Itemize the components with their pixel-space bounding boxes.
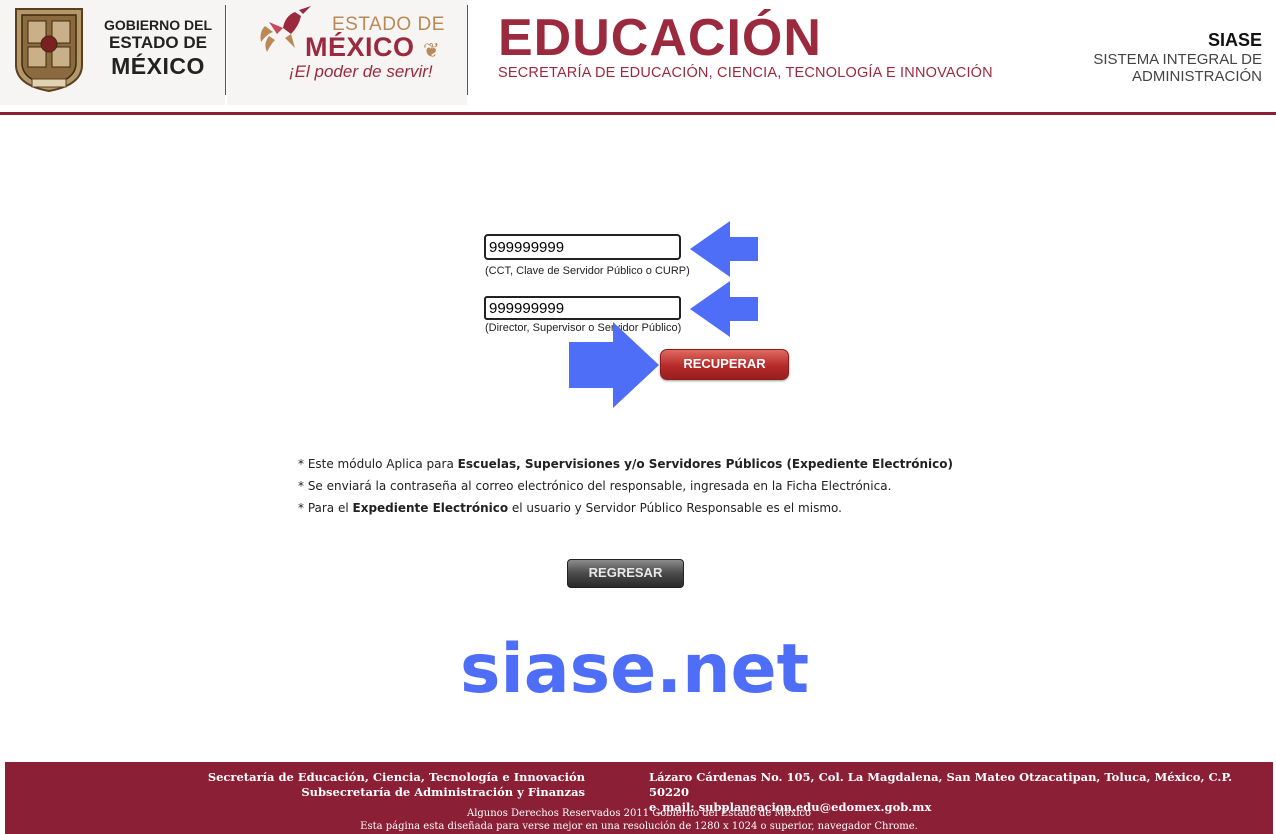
page-subtitle: SECRETARÍA DE EDUCACIÓN, CIENCIA, TECNOL… [498, 65, 993, 81]
system-name: SIASE [1207, 30, 1262, 50]
note-3-bold: Expediente Electrónico [352, 501, 509, 515]
gobierno-text: GOBIERNO DEL ESTADO DE MÉXICO [98, 17, 218, 80]
user-id-hint: (CCT, Clave de Servidor Público o CURP) [485, 265, 690, 277]
footer: Secretaría de Educación, Ciencia, Tecnol… [5, 762, 1273, 834]
gov-line2: ESTADO DE [109, 33, 207, 53]
coat-of-arms-icon [15, 8, 83, 93]
note-2: * Se enviará la contraseña al correo ele… [298, 480, 953, 493]
system-name-block: SIASE SISTEMA INTEGRAL DE ADMINISTRACIÓN [1093, 30, 1262, 86]
footer-resolution-note: Esta página esta diseñada para verse mej… [360, 821, 918, 832]
system-line2: ADMINISTRACIÓN [1131, 68, 1262, 86]
watermark-text: siase.net [460, 630, 810, 709]
header-divider [467, 5, 468, 95]
arrow-left-icon [690, 221, 758, 277]
header-divider [225, 5, 226, 95]
page-title: EDUCACIÓN [498, 9, 822, 67]
estado-slogan: ¡El poder de servir! [289, 62, 433, 81]
responsible-input[interactable] [484, 296, 681, 320]
leaf-icon: ❦ [423, 40, 440, 62]
note-3-text: * Para el [298, 501, 353, 515]
note-3: * Para el Expediente Electrónico el usua… [298, 502, 953, 515]
header-bottom-bar [0, 112, 1276, 115]
note-3-tail: el usuario y Servidor Público Responsabl… [508, 501, 842, 515]
note-1: * Este módulo Aplica para Escuelas, Supe… [298, 458, 953, 471]
arrow-left-icon [690, 281, 758, 337]
recuperar-button[interactable]: RECUPERAR [660, 349, 789, 380]
regresar-button[interactable]: REGRESAR [567, 559, 684, 588]
header: GOBIERNO DEL ESTADO DE MÉXICO ESTADO DE … [0, 0, 1276, 110]
estado-line2: MÉXICO [305, 32, 415, 62]
gov-line1: GOBIERNO DEL [103, 17, 213, 33]
gobierno-logo: GOBIERNO DEL ESTADO DE MÉXICO [0, 0, 225, 105]
estado-logo: ESTADO DE MÉXICO ❦ ¡El poder de servir! [227, 0, 467, 105]
footer-address: Lázaro Cárdenas No. 105, Col. La Magdale… [649, 770, 1233, 799]
footer-secretaria: Secretaría de Educación, Ciencia, Tecnol… [207, 770, 585, 784]
user-id-input[interactable] [484, 234, 681, 260]
system-line1: SISTEMA INTEGRAL DE [1093, 51, 1262, 68]
note-2-text: * Se enviará la contraseña al correo ele… [298, 479, 892, 493]
gov-line3: MÉXICO [111, 53, 205, 80]
footer-copyright: Algunos Derechos Reservados 2011 Gobiern… [466, 808, 812, 819]
arrow-right-icon [569, 322, 659, 408]
footer-subsecretaria: Subsecretaría de Administración y Finanz… [301, 785, 585, 799]
note-1-text: * Este módulo Aplica para [298, 457, 458, 471]
footer-org: Secretaría de Educación, Ciencia, Tecnol… [208, 770, 585, 800]
info-notes: * Este módulo Aplica para Escuelas, Supe… [298, 458, 953, 524]
note-1-bold: Escuelas, Supervisiones y/o Servidores P… [457, 457, 953, 471]
